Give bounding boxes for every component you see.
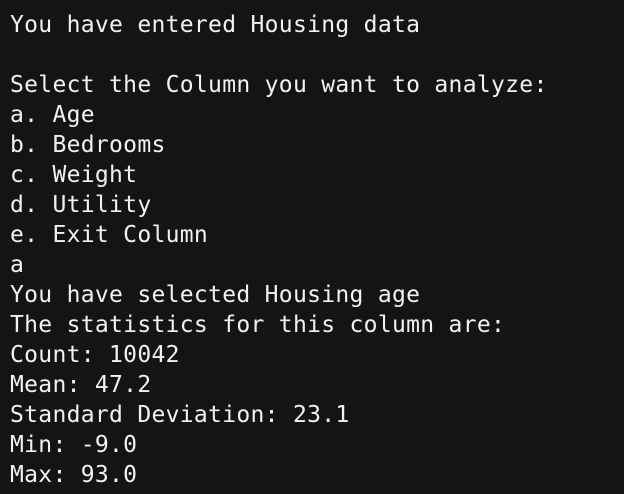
terminal-line-stats-header: The statistics for this column are: [10,312,506,338]
user-input-line: a [10,252,25,278]
stat-count: Count: 10042 [10,342,180,368]
menu-option-bedrooms: b. Bedrooms [10,132,166,158]
stat-mean: Mean: 47.2 [10,372,152,398]
stat-max: Max: 93.0 [10,462,138,488]
stat-std-deviation: Standard Deviation: 23.1 [10,402,350,428]
menu-option-weight: c. Weight [10,162,138,188]
menu-option-utility: d. Utility [10,192,152,218]
terminal-line-selected: You have selected Housing age [10,282,421,308]
menu-option-age: a. Age [10,102,95,128]
menu-option-exit-column: e. Exit Column [10,222,209,248]
stat-min: Min: -9.0 [10,432,138,458]
terminal-window[interactable]: You have entered Housing data Select the… [0,0,624,494]
terminal-line-prompt: Select the Column you want to analyze: [10,72,548,98]
terminal-line-entered-data: You have entered Housing data [10,12,421,38]
